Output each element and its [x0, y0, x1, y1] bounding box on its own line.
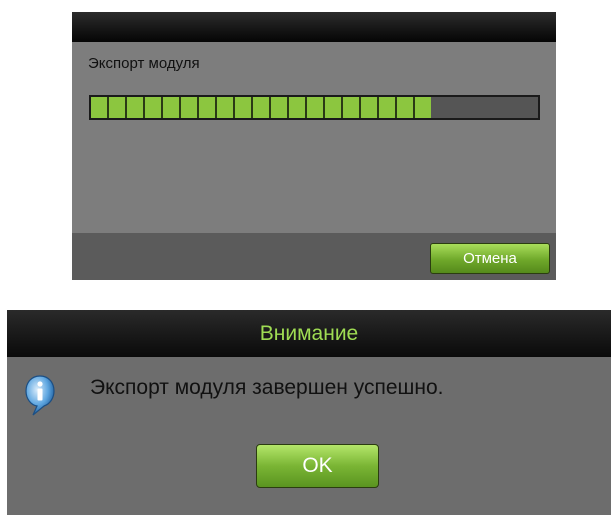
- cancel-button[interactable]: Отмена: [430, 243, 550, 274]
- export-dialog: Экспорт модуля Отмена: [72, 12, 556, 280]
- attention-dialog-title: Внимание: [7, 310, 611, 357]
- ok-button[interactable]: OK: [256, 444, 379, 488]
- export-progress-bar: [89, 95, 540, 120]
- export-progress-fill: [91, 97, 431, 118]
- export-status-label: Экспорт модуля: [88, 55, 200, 72]
- attention-dialog: Внимание Экспорт модуля завершен успешно…: [7, 310, 611, 515]
- export-dialog-titlebar: [72, 12, 556, 42]
- info-icon: [25, 375, 55, 416]
- attention-message: Экспорт модуля завершен успешно.: [90, 376, 444, 399]
